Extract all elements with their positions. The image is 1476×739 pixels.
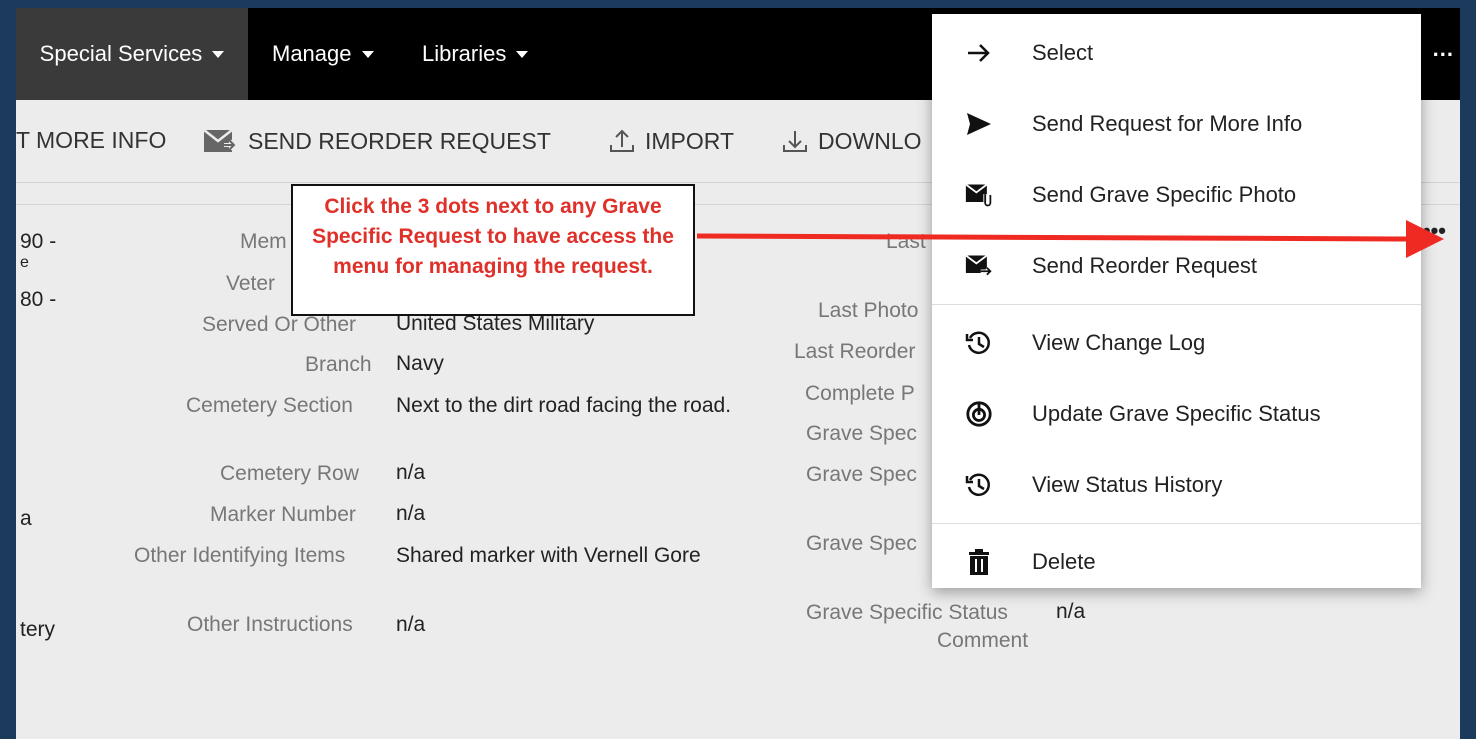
mail-forward-icon [203, 129, 237, 152]
branch-label: Branch [305, 353, 372, 376]
nav-manage[interactable]: Manage [272, 8, 374, 100]
app-window: Special Services Manage Libraries ... T … [16, 8, 1460, 739]
menu-divider [932, 304, 1421, 305]
other-instructions-value: n/a [396, 613, 426, 636]
nav-more-button[interactable]: ... [1433, 36, 1454, 62]
grave-specific-label: Grave Spec [806, 463, 917, 486]
upload-icon [610, 129, 634, 152]
menu-item-label: Send Grave Specific Photo [1032, 181, 1297, 207]
download-label: DOWNLO [818, 127, 922, 154]
menu-item-send-reorder-request[interactable]: Send Reorder Request [932, 230, 1421, 301]
download-icon [783, 131, 807, 152]
mail-attachment-icon [965, 181, 993, 209]
arrow-right-icon [965, 39, 993, 67]
chevron-down-icon [212, 50, 225, 58]
grave-request-context-menu: Select Send Request for More Info Send G… [932, 14, 1421, 588]
other-identifying-items-label: Other Identifying Items [134, 544, 346, 567]
menu-item-label: Delete [1032, 548, 1096, 574]
status-comment-value: n/a [1056, 600, 1086, 623]
cemetery-row-value: n/a [396, 461, 426, 484]
menu-item-label: Send Request for More Info [1032, 110, 1303, 136]
history-icon [965, 329, 993, 357]
left-column-fragment: 90 - [20, 230, 57, 253]
menu-item-update-grave-specific-status[interactable]: Update Grave Specific Status [932, 378, 1421, 449]
menu-divider [932, 523, 1421, 524]
last-photo-label: Last Photo [818, 299, 919, 322]
complete-label: Complete P [805, 382, 915, 405]
download-button[interactable]: DOWNLO [780, 127, 922, 155]
menu-item-view-status-history[interactable]: View Status History [932, 449, 1421, 520]
menu-item-label: View Status History [1032, 471, 1223, 497]
veteran-label: Veter [226, 272, 276, 295]
import-button[interactable]: IMPORT [607, 127, 734, 155]
trash-icon [965, 548, 993, 576]
marker-number-label: Marker Number [210, 503, 356, 526]
chevron-down-icon [361, 50, 374, 58]
nav-manage-label: Manage [272, 41, 352, 66]
instruction-callout: Click the 3 dots next to any Grave Speci… [291, 184, 695, 316]
menu-item-label: Update Grave Specific Status [1032, 400, 1321, 426]
grave-specific-label: Grave Spec [806, 532, 917, 555]
grave-specific-label: Grave Spec [806, 422, 917, 445]
left-column-fragment: 80 - [20, 288, 57, 311]
menu-item-view-change-log[interactable]: View Change Log [932, 307, 1421, 378]
row-more-options-icon[interactable]: ••• [1423, 218, 1446, 244]
last-reorder-label: Last Reorder [794, 340, 916, 363]
menu-item-send-grave-specific-photo[interactable]: Send Grave Specific Photo [932, 159, 1421, 230]
branch-value: Navy [396, 352, 444, 375]
cemetery-section-value: Next to the dirt road facing the road. [396, 394, 732, 417]
left-column-fragment: tery [20, 618, 56, 641]
last-label: Last [886, 230, 926, 253]
request-more-info-label: T MORE INFO [16, 127, 167, 153]
send-reorder-request-button[interactable]: SEND REORDER REQUEST [202, 127, 551, 155]
cemetery-section-label: Cemetery Section [186, 394, 353, 417]
marker-number-value: n/a [396, 502, 426, 525]
history-icon [965, 471, 993, 499]
nav-libraries-label: Libraries [422, 41, 507, 66]
menu-item-select[interactable]: Select [932, 17, 1421, 88]
nav-libraries[interactable]: Libraries [422, 8, 529, 100]
other-instructions-label: Other Instructions [187, 613, 353, 636]
import-label: IMPORT [645, 127, 735, 154]
chevron-down-icon [516, 50, 529, 58]
nav-special-services-label: Special Services [39, 41, 203, 66]
memorial-label: Mem [240, 230, 287, 253]
status-comment-label-line2: Comment [937, 629, 1029, 652]
left-column-fragment: e [20, 254, 29, 271]
other-identifying-items-value: Shared marker with Vernell Gore [396, 544, 701, 567]
status-comment-label: Grave Specific Status [806, 601, 1008, 624]
served-label: Served Or Other [202, 313, 357, 336]
send-reorder-request-label: SEND REORDER REQUEST [248, 127, 551, 154]
menu-item-label: Select [1032, 39, 1094, 65]
menu-item-label: View Change Log [1032, 329, 1206, 355]
menu-item-send-request-more-info[interactable]: Send Request for More Info [932, 88, 1421, 159]
request-more-info-button[interactable]: T MORE INFO [16, 127, 166, 154]
menu-item-delete[interactable]: Delete [932, 526, 1421, 597]
cemetery-row-label: Cemetery Row [220, 462, 359, 485]
nav-special-services[interactable]: Special Services [16, 8, 248, 100]
left-column-fragment: a [20, 507, 32, 530]
mail-forward-icon [965, 252, 993, 280]
menu-item-label: Send Reorder Request [1032, 252, 1258, 278]
status-update-icon [965, 400, 993, 428]
send-icon [965, 110, 993, 138]
